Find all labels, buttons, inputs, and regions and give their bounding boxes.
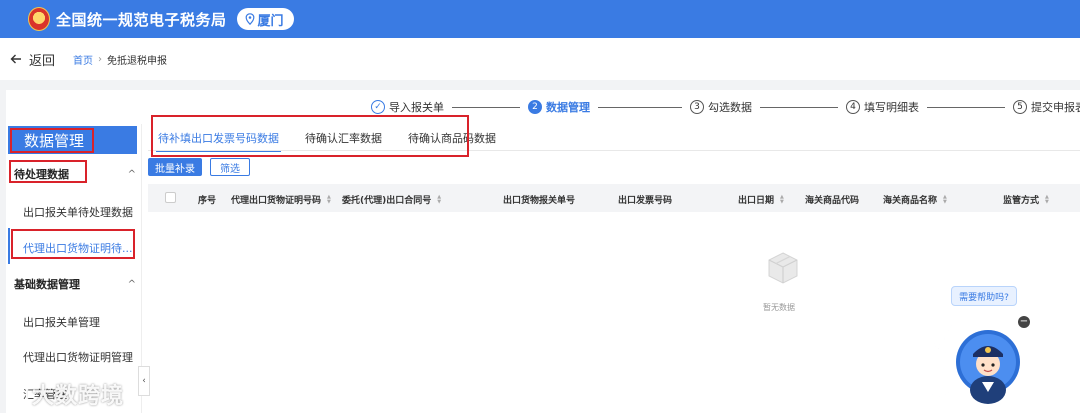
column-header: 出口发票号码 (618, 196, 673, 206)
highlight-box (9, 160, 87, 183)
sort-icon[interactable]: ▲ ▼ (780, 194, 784, 205)
mascot-char: 互 (930, 359, 947, 379)
mascot-char: 纳 (934, 336, 951, 357)
step-submit[interactable]: 5 提交申报表 (1013, 99, 1080, 115)
step-label: 导入报关单 (389, 101, 444, 114)
watermark-logo-icon (7, 385, 29, 401)
region-selector[interactable]: 厦门 (236, 8, 294, 30)
step-progress: ✓ 导入报关单 2 数据管理 3 勾选数据 4 填写明细表 5 提交申报表 (371, 98, 1080, 116)
column-header[interactable]: 出口日期 ▲ ▼ (738, 193, 784, 206)
step-import[interactable]: ✓ 导入报关单 (371, 99, 444, 115)
column-header: 序号 (198, 196, 217, 206)
empty-box-icon (768, 252, 798, 284)
sidebar-group-basic[interactable]: 基础数据管理 ^ (14, 276, 136, 292)
step-connector (452, 106, 520, 108)
step-number: 2 (528, 100, 542, 114)
filter-button[interactable]: 筛选 (210, 158, 250, 176)
step-connector (598, 106, 682, 108)
sort-icon[interactable]: ▲ ▼ (437, 194, 441, 205)
sidebar-item-agent-proof-manage[interactable]: 代理出口货物证明管理 (23, 349, 133, 365)
top-header: 全国统一规范电子税务局 厦门 (0, 0, 1080, 38)
chevron-up-icon: ^ (127, 278, 136, 290)
select-all-checkbox[interactable] (165, 192, 176, 203)
empty-state-text: 暂无数据 (763, 303, 795, 312)
step-check-icon: ✓ (371, 100, 385, 114)
help-bubble[interactable]: 需要帮助吗? (951, 286, 1017, 306)
arrow-left-icon (10, 54, 21, 64)
chevron-up-icon: ^ (127, 168, 136, 180)
column-header: 海关商品代码 (805, 196, 860, 206)
tax-emblem-icon (28, 7, 50, 31)
content-panel: ✓ 导入报关单 2 数据管理 3 勾选数据 4 填写明细表 5 提交申报表 数据… (6, 90, 1080, 413)
column-header[interactable]: 海关商品名称 ▲ ▼ (883, 193, 947, 206)
batch-fill-button[interactable]: 批量补录 (148, 158, 202, 176)
breadcrumb-current: 免抵退税申报 (107, 55, 168, 67)
highlight-box (10, 128, 94, 153)
region-label: 厦门 (257, 13, 284, 29)
back-button[interactable]: 返回 (10, 50, 55, 69)
watermark-text: 大数跨境 (32, 384, 125, 409)
step-label: 勾选数据 (708, 101, 752, 114)
step-connector (760, 106, 838, 108)
column-header[interactable]: 监管方式 ▲ ▼ (1003, 193, 1049, 206)
step-label: 填写明细表 (864, 101, 919, 114)
step-number: 5 (1013, 100, 1027, 114)
step-number: 4 (846, 100, 860, 114)
sidebar-collapse-button[interactable]: ‹ (138, 366, 150, 396)
step-select-data[interactable]: 3 勾选数据 (690, 99, 752, 115)
sidebar: 数据管理 待处理数据 ^ 出口报关单待处理数据 代理出口货物证明待... 基础数… (6, 124, 142, 413)
column-header[interactable]: 委托(代理)出口合同号 ▲ ▼ (342, 193, 441, 206)
breadcrumb-home[interactable]: 首页 (73, 52, 93, 67)
breadcrumb-separator: › (98, 53, 103, 65)
sidebar-item-customs-pending[interactable]: 出口报关单待处理数据 (23, 204, 133, 220)
step-number: 3 (690, 100, 704, 114)
step-connector (927, 106, 1005, 108)
table-header: 序号 代理出口货物证明号码 ▲ ▼ 委托(代理)出口合同号 ▲ ▼ 出口货物报关单号 出… (148, 184, 1080, 212)
sidebar-item-customs-manage[interactable]: 出口报关单管理 (23, 314, 100, 330)
step-fill-details[interactable]: 4 填写明细表 (846, 99, 919, 115)
sidebar-group-label: 基础数据管理 (14, 278, 80, 291)
highlight-box (151, 115, 469, 157)
sort-icon[interactable]: ▲ ▼ (1045, 194, 1049, 205)
watermark: 大数跨境 (6, 378, 124, 410)
mascot-char: 动 (932, 381, 949, 401)
tax-officer-mascot-icon[interactable]: 征 纳 互 动 (928, 310, 1038, 410)
sort-icon[interactable]: ▲ ▼ (943, 194, 947, 205)
column-header: 出口货物报关单号 (503, 196, 576, 206)
back-label: 返回 (29, 53, 56, 69)
site-title: 全国统一规范电子税务局 (56, 10, 227, 29)
breadcrumb: 返回 首页 › 免抵退税申报 (0, 38, 1080, 80)
highlight-box (11, 229, 135, 259)
location-pin-icon (245, 13, 254, 25)
step-data-manage[interactable]: 2 数据管理 (528, 99, 590, 115)
column-header[interactable]: 代理出口货物证明号码 ▲ ▼ (231, 193, 331, 206)
step-label: 提交申报表 (1031, 101, 1080, 114)
sort-icon[interactable]: ▲ ▼ (327, 194, 331, 205)
active-indicator (8, 228, 10, 264)
step-label: 数据管理 (546, 101, 590, 114)
